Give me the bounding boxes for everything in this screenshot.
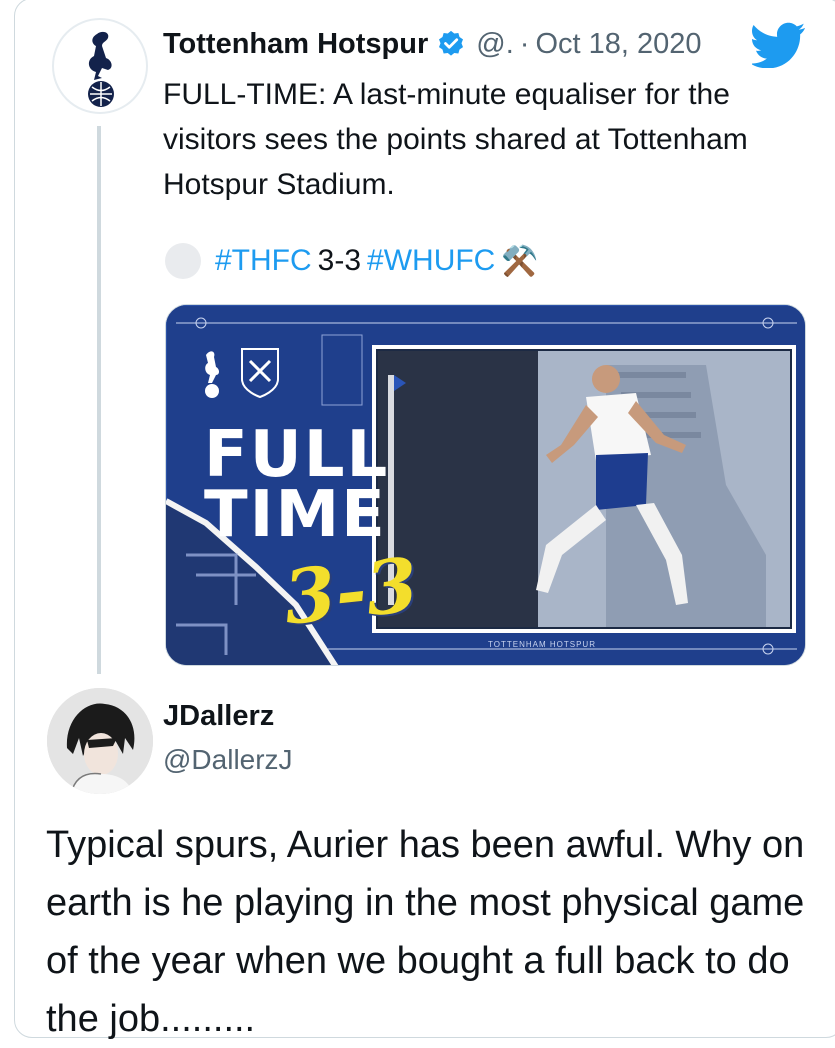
hashtag-thfc[interactable]: #THFC bbox=[215, 244, 312, 278]
tweet1-media-image[interactable]: FULL TIME 3-3 TOTTENHAM HOTSPUR bbox=[165, 304, 806, 666]
author-name[interactable]: JDallerz bbox=[163, 700, 274, 733]
twitter-bird-icon[interactable] bbox=[752, 22, 806, 68]
thread-connector-line bbox=[97, 126, 101, 674]
verified-badge-icon bbox=[439, 30, 464, 56]
author-handle[interactable]: @DallerzJ bbox=[163, 744, 293, 776]
placeholder-emoji-icon bbox=[165, 243, 201, 279]
media-score: 3-3 bbox=[279, 542, 422, 642]
media-footer-brand: TOTTENHAM HOTSPUR bbox=[488, 640, 596, 649]
tagline-score: 3-3 bbox=[317, 244, 362, 277]
hashtag-whufc[interactable]: #WHUFC bbox=[367, 244, 495, 278]
tweet2-text: Typical spurs, Aurier has been awful. Wh… bbox=[46, 824, 805, 1040]
tweet-date[interactable]: Oct 18, 2020 bbox=[535, 28, 701, 61]
author-handle[interactable]: @. bbox=[476, 28, 514, 61]
hammers-emoji-icon: ⚒️ bbox=[501, 244, 539, 278]
jdallerz-avatar[interactable] bbox=[47, 688, 153, 794]
tottenham-crest-icon bbox=[88, 31, 114, 107]
tweet1-hashtag-line: #THFC 3-3 #WHUFC ⚒️ bbox=[165, 240, 539, 282]
tottenham-avatar[interactable] bbox=[52, 18, 148, 114]
avatar-icon bbox=[47, 688, 153, 794]
tweet1-text: FULL-TIME: A last-minute equaliser for t… bbox=[163, 78, 748, 201]
tweet1-header: Tottenham Hotspur @. · Oct 18, 2020 bbox=[163, 24, 702, 64]
separator-dot: · bbox=[519, 27, 530, 60]
author-name[interactable]: Tottenham Hotspur bbox=[163, 28, 428, 61]
media-fulltime-line2: TIME bbox=[204, 478, 387, 552]
